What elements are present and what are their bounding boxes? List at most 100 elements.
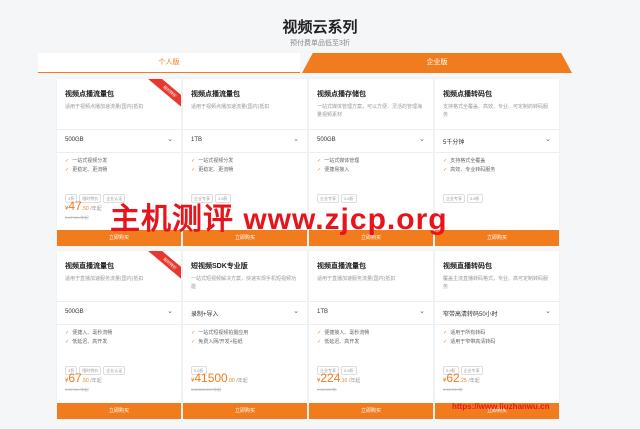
price-decimal: .50 — [81, 378, 89, 384]
buy-now-button[interactable]: 立即购买 — [435, 230, 559, 246]
check-icon: ✓ — [191, 167, 196, 173]
feature-text: 免费入网/开发+贴纸 — [198, 339, 243, 345]
price-integer: 47 — [68, 199, 82, 213]
card-description: 适用于视频点播加速流量(国内)抵扣 — [65, 104, 144, 110]
check-icon: ✓ — [317, 158, 322, 164]
feature-item: ✓ 更稳定、更流畅 — [65, 166, 107, 175]
card-description: 适用于直播加速服务流量(国内)抵扣 — [317, 276, 396, 282]
spec-value: 500GB — [65, 137, 84, 143]
check-icon: ✓ — [443, 330, 448, 336]
chevron-down-icon: ⌄ — [545, 136, 551, 143]
price-decimal: .10 — [340, 378, 348, 384]
spec-select[interactable]: 1TB ⌄ — [309, 301, 433, 325]
feature-item: ✓ 免费入网/开发+贴纸 — [191, 338, 248, 347]
original-price: ¥ 67.50 /年起 — [65, 387, 89, 392]
price: ¥47.50 /年起 — [65, 199, 102, 213]
feature-item: ✓ 便捷接入、毫秒流畅 — [317, 329, 369, 338]
card-title: 视频直播流量包 — [317, 263, 366, 270]
tab-enterprise[interactable]: 企业版 — [302, 53, 572, 73]
feature-text: 便捷易接入 — [324, 167, 350, 173]
spec-select[interactable]: 录制+导入 ⌄ — [183, 301, 307, 325]
price: ¥41500.00 /年起 — [191, 371, 248, 385]
price-integer: 41500 — [194, 371, 228, 385]
card-description: 适用于直播加速服务流量(国内)抵扣 — [65, 276, 144, 282]
spec-select[interactable]: 500GB ⌄ — [57, 301, 181, 325]
watermark-text: 主机测评 www.zjcp.org — [110, 203, 448, 236]
spec-select[interactable]: 500GB ⌄ — [57, 129, 181, 153]
buy-now-button[interactable]: 立即购买 — [57, 403, 181, 419]
chevron-down-icon: ⌄ — [545, 308, 551, 315]
check-icon: ✓ — [65, 330, 70, 336]
buy-now-button[interactable]: 立即购买 — [309, 403, 433, 419]
price-unit: /年起 — [90, 378, 102, 384]
feature-text: 低延迟、高开发 — [324, 339, 360, 345]
product-card: 视频直播转码包覆盖主流直播转码格式，专业、高可定制转码服务窄带高清转码50小时 ⌄… — [435, 251, 559, 419]
feature-text: 支持格式全覆盖 — [450, 158, 486, 164]
card-description: 适用于视频点播加速流量(国内)抵扣 — [191, 104, 270, 110]
price-integer: 62 — [446, 371, 460, 385]
card-title: 视频点播转码包 — [443, 91, 492, 98]
card-title: 视频直播流量包 — [65, 263, 114, 270]
check-icon: ✓ — [317, 330, 322, 336]
price: ¥67.50 /年起 — [65, 371, 102, 385]
card-title: 视频点播存储包 — [317, 91, 366, 98]
chevron-down-icon: ⌄ — [419, 136, 425, 143]
spec-select[interactable]: 5千分钟 ⌄ — [435, 129, 559, 153]
price: ¥62.25 /年起 — [443, 371, 480, 385]
tab-personal[interactable]: 个人版 — [38, 53, 300, 73]
price-decimal: .00 — [227, 378, 235, 384]
original-price: ¥ 40.90 /年 — [317, 387, 337, 392]
price-unit: /年起 — [468, 378, 480, 384]
spec-select[interactable]: 窄带高清转码50小时 ⌄ — [435, 301, 559, 325]
price-unit: /年起 — [349, 378, 361, 384]
chevron-down-icon: ⌄ — [167, 136, 173, 143]
price-unit: /年起 — [236, 378, 248, 384]
original-price: ¥ 69300.00 /年起 — [191, 387, 222, 392]
feature-item: ✓ 适用于窄带高清转码 — [443, 338, 495, 347]
check-icon: ✓ — [191, 339, 196, 345]
feature-list: ✓ 便捷入、毫秒流畅 ✓ 低延迟、高开发 — [65, 329, 112, 347]
feature-item: ✓ 支持格式全覆盖 — [443, 157, 495, 166]
tag-list: 企业专享 5.8折 — [443, 187, 485, 205]
price-decimal: .50 — [81, 206, 89, 212]
price-integer: 67 — [68, 371, 82, 385]
feature-text: 一站式媒体管理 — [324, 158, 360, 164]
feature-list: ✓ 一站式视频分发 ✓ 更稳定、更流畅 — [65, 157, 107, 175]
check-icon: ✓ — [65, 158, 70, 164]
product-card: 视频点播转码包支持格式全覆盖、高效、专业、可定制的转码服务 5千分钟 ⌄ ✓ 支持格式全… — [435, 79, 559, 246]
feature-item: ✓ 一站式视频分发 — [65, 157, 107, 166]
feature-text: 高效、专业转码服务 — [450, 167, 496, 173]
original-price: ¥ 47.50 /年起 — [65, 215, 89, 220]
check-icon: ✓ — [65, 339, 70, 345]
watermark-url: https://www.liuzhanwu.cn — [452, 402, 550, 411]
spec-value: 1TB — [317, 309, 329, 315]
card-title: 视频点播流量包 — [65, 91, 114, 98]
feature-text: 适用于所有转码 — [450, 330, 486, 336]
feature-item: ✓ 一站式视频分发 — [191, 157, 233, 166]
feature-text: 适用于窄带高清转码 — [450, 339, 496, 345]
feature-list: ✓ 便捷接入、毫秒流畅 ✓ 低延迟、高开发 — [317, 329, 369, 347]
feature-list: ✓ 适用于所有转码 ✓ 适用于窄带高清转码 — [443, 329, 495, 347]
spec-select[interactable]: 1TB ⌄ — [183, 129, 307, 153]
tag-badge: 企业认证 — [103, 366, 126, 375]
check-icon: ✓ — [443, 158, 448, 164]
product-card: 视频直播流量包适用于直播加速服务流量(国内)抵扣 1TB ⌄ ✓ 便捷接入、毫秒流畅 ✓ 低… — [309, 251, 433, 419]
feature-list: ✓ 一站式视频分发 ✓ 更稳定、更流畅 — [191, 157, 233, 175]
feature-list: ✓ 支持格式全覆盖 ✓ 高效、专业转码服务 — [443, 157, 495, 175]
spec-select[interactable]: 500GB ⌄ — [309, 129, 433, 153]
spec-value: 500GB — [65, 309, 84, 315]
page-title: 视频云系列 — [282, 19, 358, 36]
feature-list: ✓ 一站式短视频拍摄应用 ✓ 免费入网/开发+贴纸 — [191, 329, 248, 347]
card-description: 支持格式全覆盖、高效、专业、可定制的转码服务 — [443, 104, 549, 118]
feature-text: 一站式视频分发 — [72, 158, 108, 164]
card-description: 一站式短视频解决方案，快速实现手机短视频功能 — [191, 276, 297, 290]
card-title: 短视频SDK专业版 — [191, 263, 248, 270]
buy-now-button[interactable]: 立即购买 — [183, 403, 307, 419]
tag-badge: 5.8折 — [467, 194, 483, 203]
card-description: 覆盖主流直播转码格式，专业、高可定制转码服务 — [443, 276, 549, 290]
card-title: 视频直播转码包 — [443, 263, 492, 270]
spec-value: 窄带高清转码50小时 — [443, 312, 498, 318]
spec-value: 5千分钟 — [443, 140, 465, 146]
feature-item: ✓ 低延迟、高开发 — [317, 338, 369, 347]
price-unit: /年起 — [90, 206, 102, 212]
